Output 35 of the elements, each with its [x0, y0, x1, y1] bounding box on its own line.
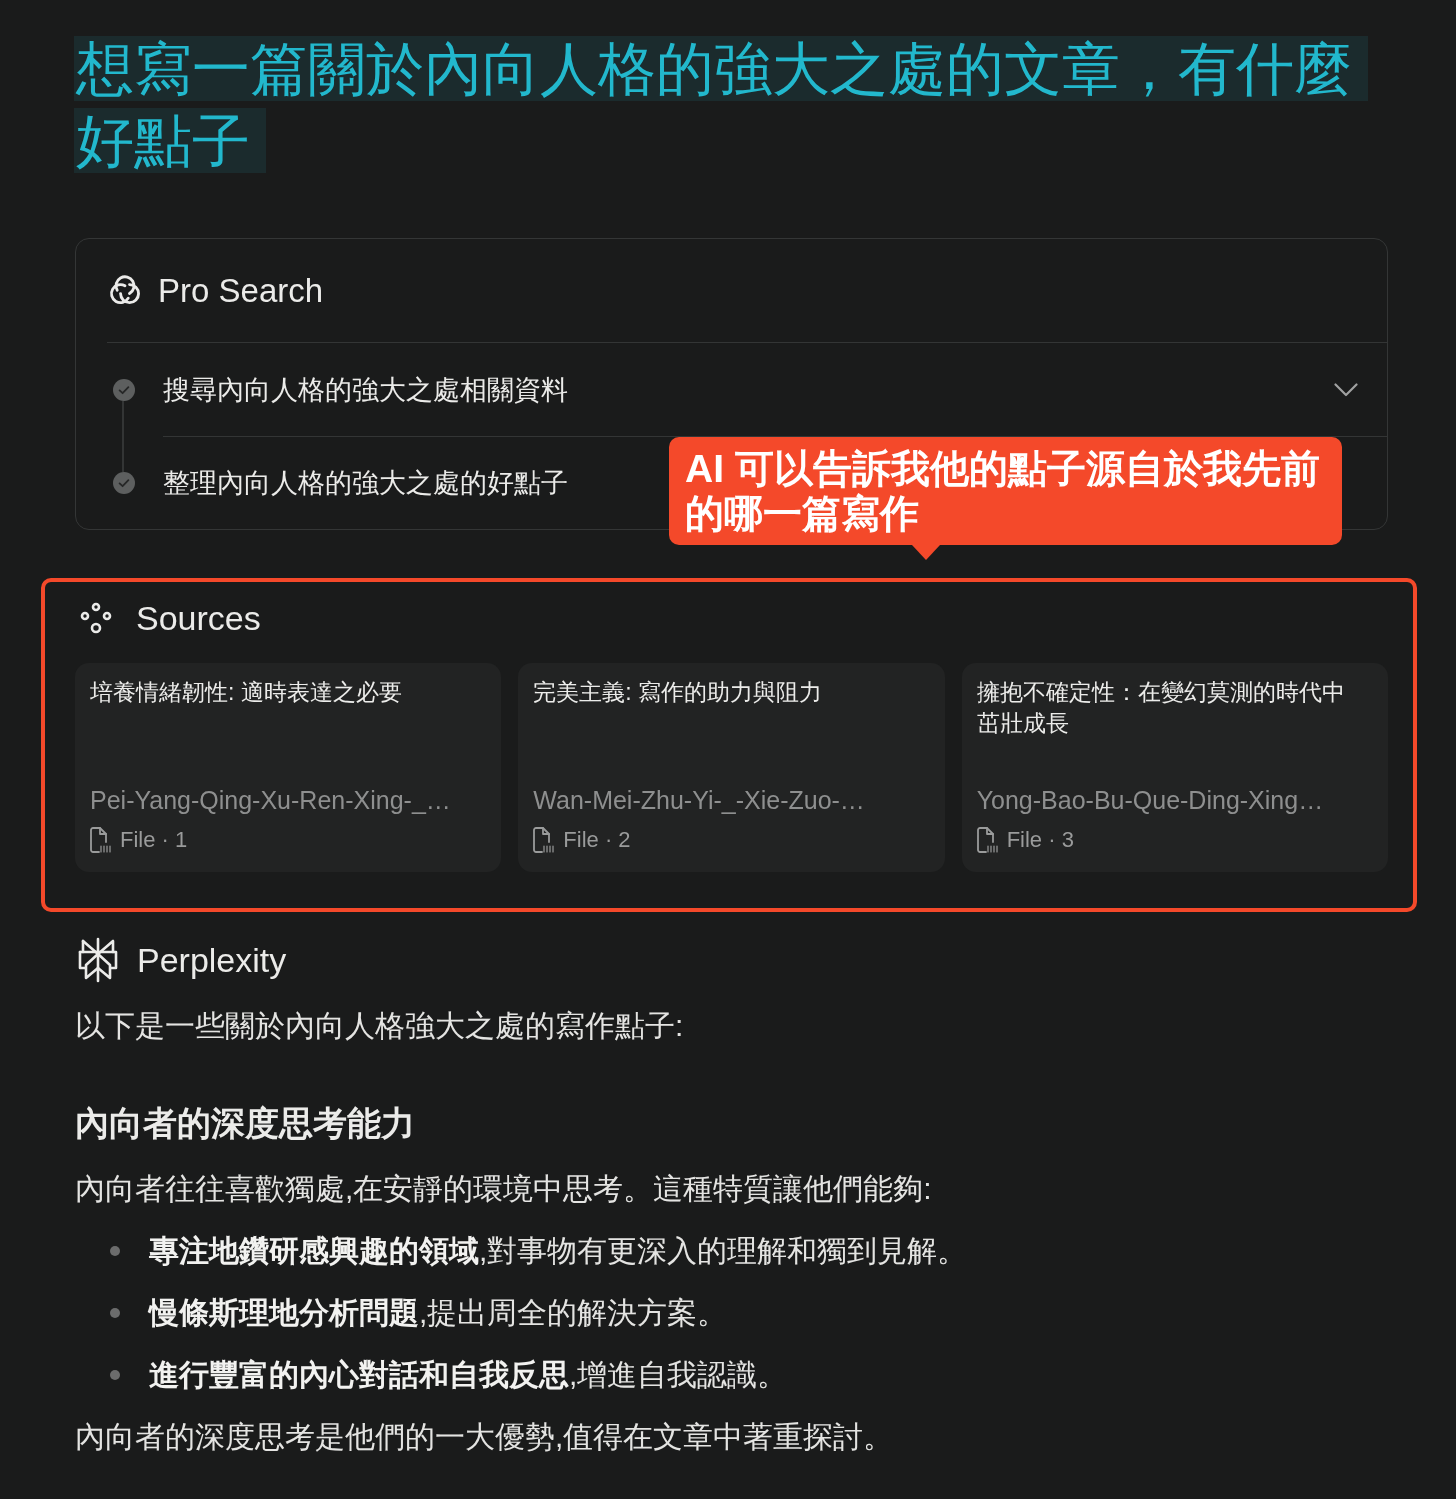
callout-pointer: [912, 545, 940, 560]
file-icon: [976, 827, 999, 853]
bullet-icon: [110, 1246, 120, 1256]
source-title: 完美主義: 寫作的助力與阻力: [533, 678, 824, 707]
source-filename: Yong-Bao-Bu-Que-Ding-Xing…: [976, 785, 1324, 816]
source-card[interactable]: 培養情緒韌性: 適時表達之必要 Pei-Yang-Qing-Xu-Ren-Xing-_… File · 1: [75, 663, 502, 872]
logo-icon: [78, 937, 118, 983]
file-icon: [533, 827, 556, 853]
sources-title: Sources: [136, 597, 261, 639]
bullet-text: 專注地鑽研感興趣的領域,對事物有更深入的理解和獨到見解。: [149, 1233, 968, 1269]
chevron-down-icon[interactable]: [1334, 383, 1358, 397]
source-meta: File · 3: [1006, 826, 1074, 854]
source-filename: Wan-Mei-Zhu-Yi-_-Xie-Zuo-…: [533, 785, 865, 816]
bullet-text: 慢條斯理地分析問題,提出周全的解決方案。: [149, 1295, 728, 1331]
section-paragraph: 內向者的深度思考是他們的一大優勢,值得在文章中著重探討。: [75, 1419, 895, 1455]
step-label: 搜尋內向人格的強大之處相關資料: [163, 374, 568, 407]
source-card[interactable]: 完美主義: 寫作的助力與阻力 Wan-Mei-Zhu-Yi-_-Xie-Zuo-… File · 2: [518, 663, 945, 872]
bullet-text: 進行豐富的內心對話和自我反思,增進自我認識。: [149, 1357, 788, 1393]
source-meta: File · 2: [563, 826, 631, 854]
source-card[interactable]: 擁抱不確定性：在變幻莫測的時代中茁壯成長 Yong-Bao-Bu-Que-Ding-Xing… File · 3: [961, 663, 1388, 872]
pro-search-title: Pro Search: [158, 270, 324, 311]
bullet-icon: [110, 1308, 120, 1318]
answer-intro: 以下是一些關於內向人格強大之處的寫作點子:: [75, 1008, 685, 1044]
source-filename: Pei-Yang-Qing-Xu-Ren-Xing-_…: [90, 785, 451, 816]
file-icon: [90, 827, 112, 853]
section-paragraph: 內向者往往喜歡獨處,在安靜的環境中思考。這種特質讓他們能夠:: [75, 1171, 933, 1207]
section-heading: 內向者的深度思考能力: [75, 1103, 416, 1144]
step-label: 整理內向人格的強大之處的好點子: [163, 467, 568, 500]
source-title: 擁抱不確定性：在變幻莫測的時代中茁壯成長: [976, 678, 1346, 738]
callout-bubble: AI 可以告訴我他的點子源自於我先前的哪一篇寫作: [669, 437, 1342, 545]
bullet-icon: [110, 1370, 120, 1380]
answer-author: Perplexity: [137, 939, 287, 981]
dots-cluster-icon: [80, 602, 112, 634]
source-title: 培養情緒韌性: 適時表達之必要: [90, 678, 403, 707]
source-meta: File · 1: [120, 826, 188, 854]
